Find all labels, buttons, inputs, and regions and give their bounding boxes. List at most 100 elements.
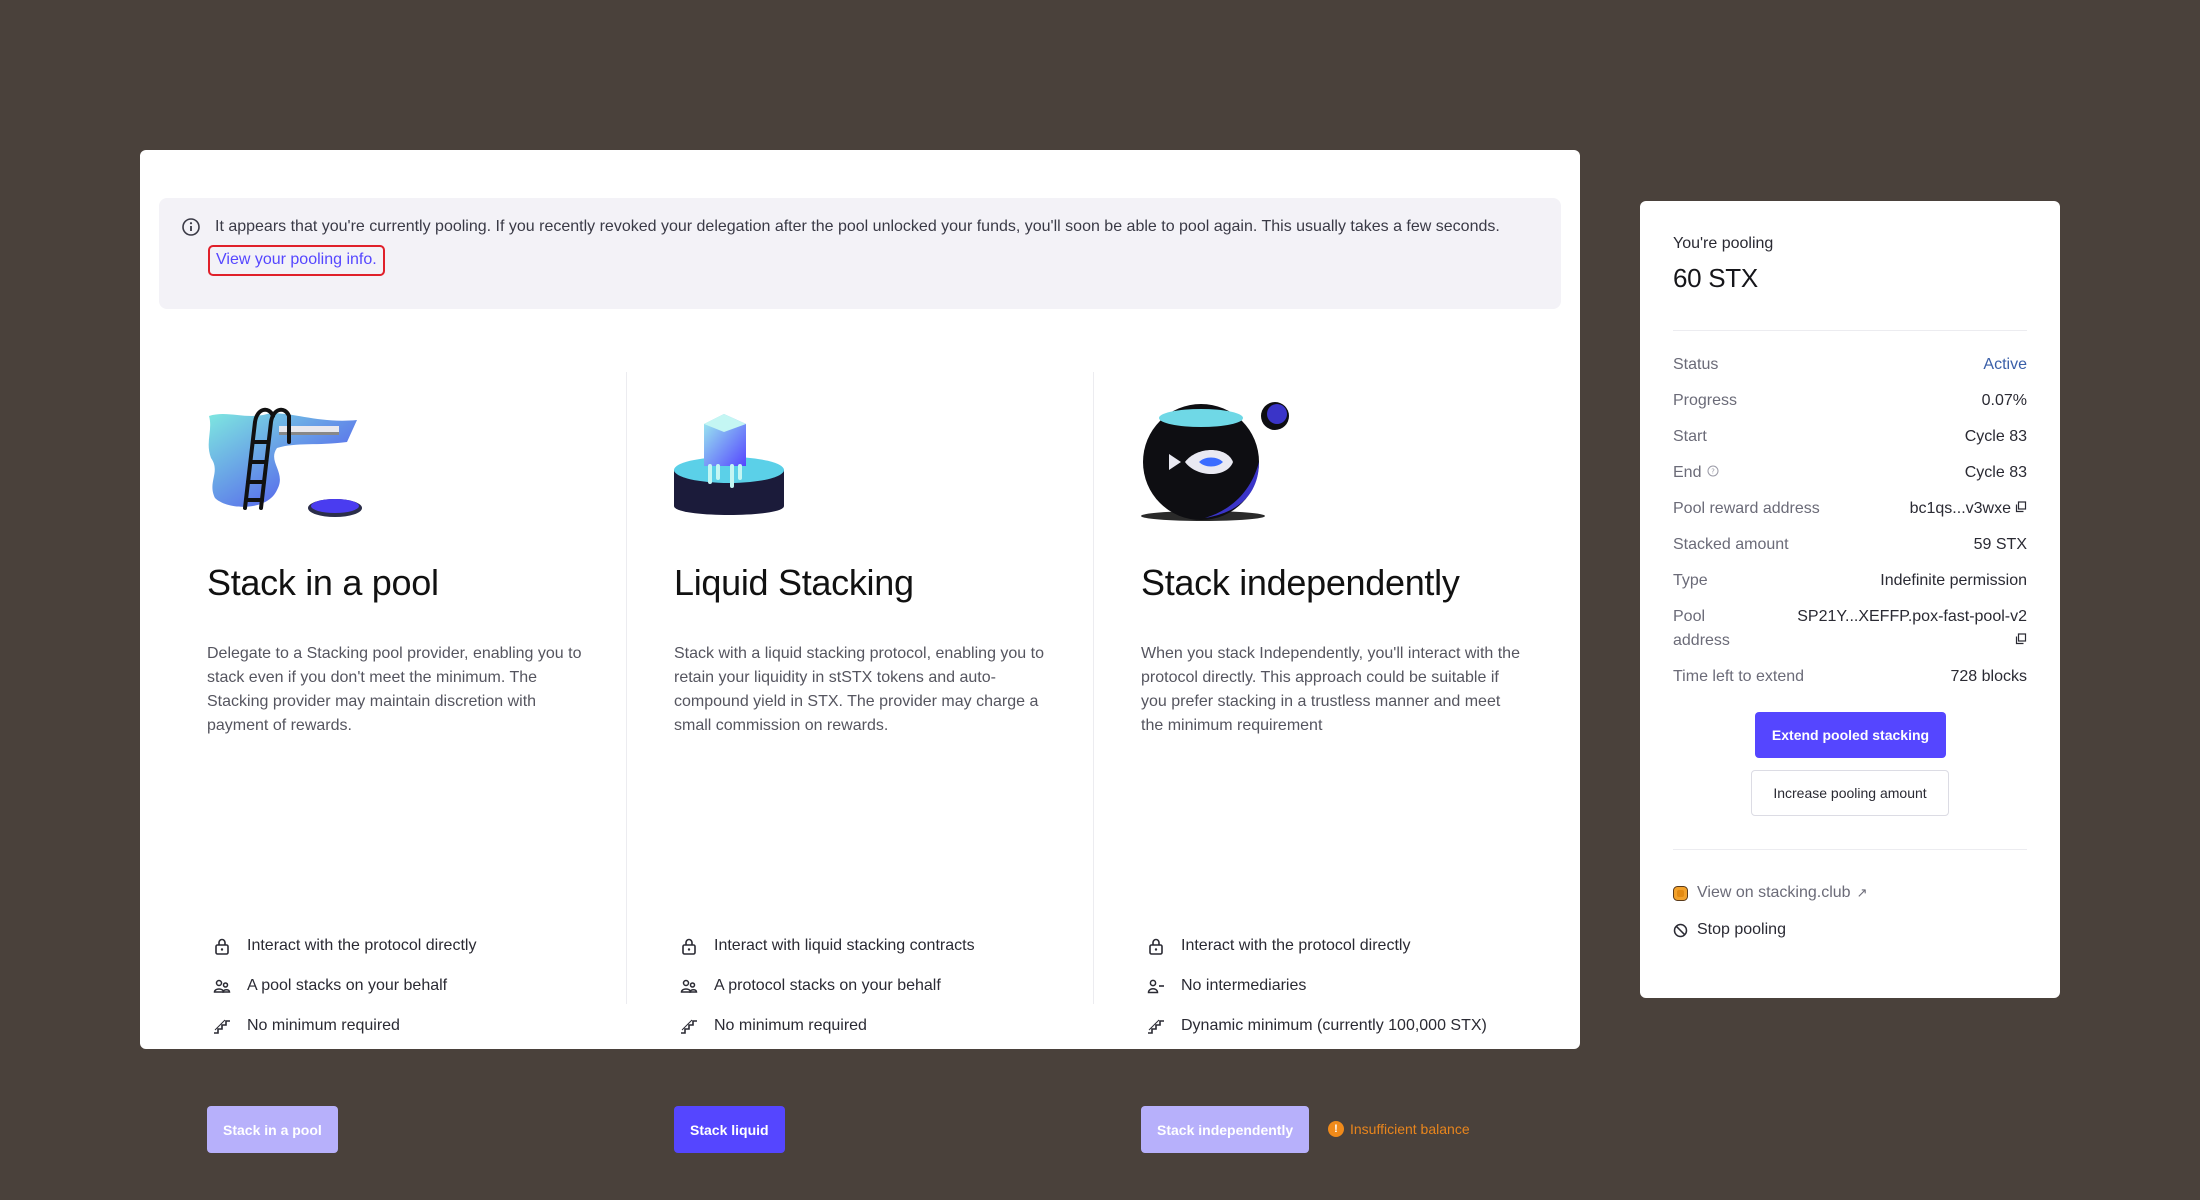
detail-key: Stacked amount	[1673, 536, 1789, 553]
detail-key: Pool address	[1673, 608, 1730, 649]
feature-list: Interact with the protocol directly A poo…	[207, 934, 476, 1054]
warning-text: Insufficient balance	[1350, 1121, 1470, 1137]
pool-address: SP21Y...XEFFP.pox-fast-pool-v2	[1797, 608, 2027, 625]
liquid-stacking-card: Liquid Stacking Stack with a liquid stac…	[674, 372, 1094, 1153]
detail-row-start: Start Cycle 83	[1673, 425, 2027, 461]
detail-key: End?	[1673, 461, 1719, 485]
extend-pooled-stacking-button[interactable]: Extend pooled stacking	[1755, 712, 1946, 758]
copy-icon[interactable]	[2015, 501, 2027, 513]
liquid-cube-illustration	[674, 414, 784, 515]
card-description: Delegate to a Stacking pool provider, en…	[207, 645, 582, 734]
people-icon	[212, 976, 232, 996]
increase-pooling-amount-button[interactable]: Increase pooling amount	[1751, 770, 1949, 816]
detail-key: Start	[1673, 428, 1707, 445]
feature-list: Interact with the protocol directly No in…	[1141, 934, 1487, 1054]
detail-row-end: End? Cycle 83	[1673, 461, 2027, 497]
divider	[1673, 849, 2027, 850]
type-value: Indefinite permission	[1880, 572, 2027, 589]
external-link-icon: ↗	[1856, 885, 1868, 900]
stacking-options-panel: It appears that you're currently pooling…	[140, 150, 1580, 1153]
detail-row-reward-address: Pool reward address bc1qs...v3wxe	[1673, 497, 2027, 533]
view-on-stacking-club-link[interactable]: View on stacking.club ↗	[1673, 881, 1867, 905]
pooling-label: You're pooling	[1673, 235, 1774, 252]
stairs-icon	[1146, 1016, 1166, 1036]
card-title: Stack in a pool	[207, 562, 439, 603]
feature-item: No minimum required	[674, 1014, 975, 1054]
detail-key: Time left to extend	[1673, 668, 1805, 685]
feature-item: No intermediaries	[1141, 974, 1487, 1014]
feature-label: A protocol stacks on your behalf	[714, 977, 941, 994]
feature-item: A pool stacks on your behalf	[207, 974, 476, 1014]
feature-item: Dynamic minimum (currently 100,000 STX)	[1141, 1014, 1487, 1054]
stack-liquid-button[interactable]: Stack liquid	[674, 1106, 785, 1153]
people-icon	[679, 976, 699, 996]
card-description: When you stack Independently, you'll int…	[1141, 645, 1520, 734]
stacking-club-logo-icon	[1673, 886, 1688, 901]
feature-label: Interact with liquid stacking contracts	[714, 937, 975, 954]
info-icon	[182, 218, 200, 236]
help-icon[interactable]: ?	[1707, 465, 1719, 477]
stairs-icon	[679, 1016, 699, 1036]
pooling-info-panel: You're pooling 60 STX Status Active Prog…	[1640, 201, 2060, 998]
stacked-amount-value: 59 STX	[1973, 536, 2027, 553]
stairs-icon	[212, 1016, 232, 1036]
block-icon	[1673, 923, 1688, 938]
feature-item: Interact with liquid stacking contracts	[674, 934, 975, 974]
stack-in-pool-card: Stack in a pool Delegate to a Stacking p…	[207, 372, 627, 1153]
copy-icon[interactable]	[2015, 633, 2027, 645]
feature-item: No minimum required	[207, 1014, 476, 1054]
detail-key: Type	[1673, 572, 1708, 589]
feature-label: No minimum required	[247, 1017, 400, 1034]
svg-text:?: ?	[1712, 468, 1716, 476]
feature-item: Interact with the protocol directly	[207, 934, 476, 974]
person-minus-icon	[1146, 976, 1166, 996]
view-pooling-info-link[interactable]: View your pooling info.	[208, 245, 385, 276]
divider	[1673, 330, 2027, 331]
lock-icon	[212, 936, 232, 956]
card-title: Liquid Stacking	[674, 562, 914, 603]
detail-key: Status	[1673, 356, 1719, 373]
progress-value: 0.07%	[1981, 392, 2027, 409]
pooling-amount: 60 STX	[1673, 263, 1758, 293]
detail-row-status: Status Active	[1673, 353, 2027, 389]
lock-icon	[679, 936, 699, 956]
end-value: Cycle 83	[1964, 464, 2027, 481]
stack-independently-button[interactable]: Stack independently	[1141, 1106, 1310, 1153]
reward-address: bc1qs...v3wxe	[1909, 500, 2011, 517]
feature-label: No intermediaries	[1181, 977, 1307, 994]
pooling-info-banner: It appears that you're currently pooling…	[159, 198, 1561, 309]
lock-icon	[1146, 936, 1166, 956]
stop-pooling-link[interactable]: Stop pooling	[1673, 918, 1786, 942]
warning-icon: !	[1328, 1121, 1344, 1137]
feature-label: Interact with the protocol directly	[1181, 937, 1411, 954]
stacking-methods: Stack in a pool Delegate to a Stacking p…	[140, 372, 1580, 1153]
stack-in-pool-button[interactable]: Stack in a pool	[207, 1106, 338, 1153]
feature-label: Dynamic minimum (currently 100,000 STX)	[1181, 1017, 1487, 1034]
pool-ladder-illustration	[208, 407, 362, 517]
card-description: Stack with a liquid stacking protocol, e…	[674, 645, 1044, 734]
banner-message: It appears that you're currently pooling…	[215, 218, 1500, 235]
detail-row-pool-address: Pool address SP21Y...XEFFP.pox-fast-pool…	[1673, 605, 2027, 665]
time-left-value: 728 blocks	[1950, 668, 2028, 685]
stack-independently-card: Stack independently When you stack Indep…	[1141, 372, 1561, 1153]
feature-label: No minimum required	[714, 1017, 867, 1034]
fishbowl-illustration	[1141, 402, 1289, 521]
feature-label: A pool stacks on your behalf	[247, 977, 448, 994]
detail-key: Progress	[1673, 392, 1738, 409]
feature-label: Interact with the protocol directly	[247, 937, 477, 954]
pooling-details: Status Active Progress 0.07% Start Cycle…	[1673, 353, 2027, 701]
stop-link-text: Stop pooling	[1697, 921, 1786, 938]
pool-address-value: SP21Y...XEFFP.pox-fast-pool-v2	[1797, 605, 2027, 653]
feature-item: A protocol stacks on your behalf	[674, 974, 975, 1014]
view-link-text: View on stacking.club	[1697, 884, 1851, 901]
insufficient-balance-warning: ! Insufficient balance	[1328, 1117, 1470, 1141]
status-value: Active	[1983, 356, 2027, 373]
feature-item: Interact with the protocol directly	[1141, 934, 1487, 974]
end-label: End	[1673, 464, 1702, 481]
detail-row-progress: Progress 0.07%	[1673, 389, 2027, 425]
detail-row-stacked-amount: Stacked amount 59 STX	[1673, 533, 2027, 569]
feature-list: Interact with liquid stacking contracts A…	[674, 934, 975, 1054]
detail-key: Pool reward address	[1673, 500, 1820, 517]
start-value: Cycle 83	[1964, 428, 2027, 445]
card-title: Stack independently	[1141, 562, 1460, 603]
